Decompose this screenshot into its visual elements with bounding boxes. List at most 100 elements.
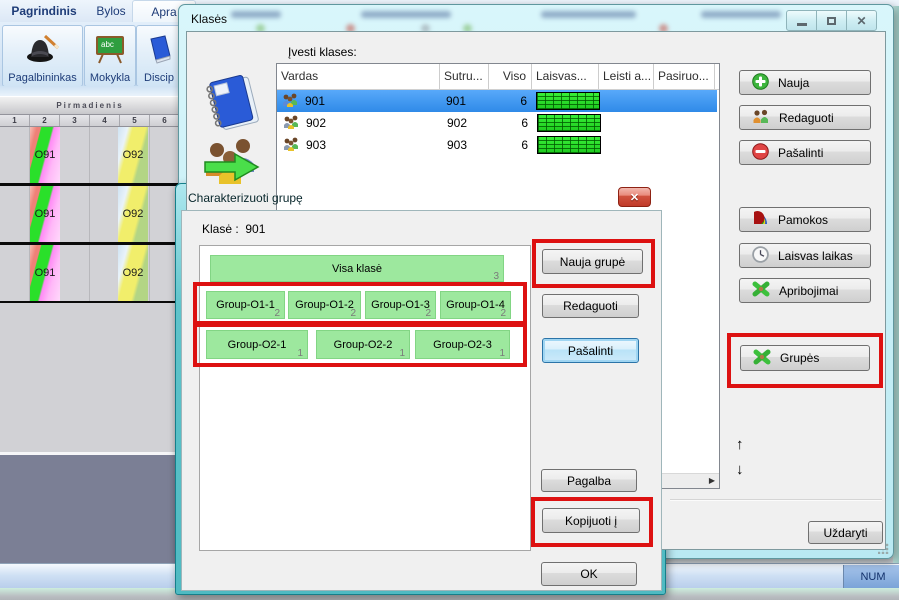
timetable-column-headers: 1 2 3 4 5 6 <box>0 115 180 127</box>
column-header-leisti[interactable]: Leisti a... <box>599 64 654 89</box>
column-header: 3 <box>60 115 90 126</box>
classes-book-icon <box>202 72 264 141</box>
group-block-o2-3[interactable]: Group-O2-3 1 <box>415 330 510 359</box>
cell-sutrumpinimas: 902 <box>447 112 467 134</box>
group-label: Group-O2-2 <box>334 339 393 351</box>
group-count: 2 <box>350 308 356 319</box>
timetable-day-header: Pirmadienis <box>0 96 180 115</box>
column-header: 1 <box>0 115 30 126</box>
pasalinti-button[interactable]: Pašalinti <box>739 140 871 165</box>
close-button[interactable]: ✕ <box>846 10 877 31</box>
pamokos-button[interactable]: Pamokos <box>739 207 871 232</box>
close-button[interactable]: ✕ <box>618 187 651 207</box>
table-row-903[interactable]: 903 903 6 <box>278 134 714 156</box>
table-row-901[interactable]: 901 901 6 <box>277 90 717 112</box>
button-label: Pagalba <box>567 474 611 488</box>
pagalba-button[interactable]: Pagalba <box>541 469 637 492</box>
pasalinti-grupe-button[interactable]: Pašalinti <box>542 338 639 363</box>
whole-class-block[interactable]: Visa klasė 3 <box>210 255 504 282</box>
ribbon-button-mokykla[interactable]: abc Mokykla <box>84 25 136 87</box>
lesson-cell[interactable]: O91 <box>30 186 60 242</box>
column-header: 5 <box>120 115 150 126</box>
group-block-o1-3[interactable]: Group-O1-3 2 <box>365 291 436 319</box>
klase-label: Klasė : <box>202 222 239 236</box>
group-block-o2-2[interactable]: Group-O2-2 1 <box>316 330 410 359</box>
move-up-arrow[interactable]: ↑ <box>736 437 744 452</box>
glass-blur-artifact <box>231 11 281 18</box>
free-time-bar <box>536 92 600 110</box>
clock-icon <box>752 246 769 266</box>
group-block-o2-1[interactable]: Group-O2-1 1 <box>206 330 308 359</box>
move-down-arrow[interactable]: ↓ <box>736 462 744 477</box>
timetable-row: O91 O92 <box>0 245 180 304</box>
svg-text:abc: abc <box>101 40 114 49</box>
dialog-title: Charakterizuoti grupę <box>188 191 303 205</box>
redaguoti-grupe-button[interactable]: Redaguoti <box>542 294 639 318</box>
uzdaryti-button[interactable]: Uždaryti <box>808 521 883 544</box>
laisvas-laikas-button[interactable]: Laisvas laikas <box>739 243 871 268</box>
ok-button[interactable]: OK <box>541 562 637 586</box>
ribbon-button-label: Pagalbininkas <box>8 72 77 84</box>
group-block-o1-2[interactable]: Group-O1-2 2 <box>288 291 361 319</box>
cell-sutrumpinimas: 901 <box>446 90 466 112</box>
column-header-sutrumpinimas[interactable]: Sutru... <box>440 64 489 89</box>
grupes-button[interactable]: Grupės <box>740 345 870 371</box>
group-count: 1 <box>399 348 405 359</box>
minimize-button[interactable] <box>786 10 817 31</box>
nauja-button[interactable]: Nauja <box>739 70 871 95</box>
close-icon: ✕ <box>856 15 866 27</box>
ribbon-button-label: Mokykla <box>90 72 130 84</box>
button-label: Grupės <box>780 351 819 365</box>
lesson-cell[interactable]: O92 <box>118 127 148 183</box>
maximize-button[interactable] <box>816 10 847 31</box>
group-label: Group-O1-3 <box>371 299 430 311</box>
column-header-viso[interactable]: Viso <box>489 64 532 89</box>
group-count: 1 <box>499 348 505 359</box>
lesson-cell[interactable]: O92 <box>118 245 148 301</box>
kopijuoti-i-button[interactable]: Kopijuoti į <box>542 508 640 533</box>
button-label: Redaguoti <box>563 299 618 313</box>
column-header: 2 <box>30 115 60 126</box>
group-block-o1-4[interactable]: Group-O1-4 2 <box>440 291 511 319</box>
apribojimai-button[interactable]: Apribojimai <box>739 278 871 303</box>
remove-icon <box>752 143 769 163</box>
group-label: Visa klasė <box>332 263 382 275</box>
cell-viso: 6 <box>490 112 528 134</box>
tab-pagrindinis[interactable]: Pagrindinis <box>0 0 88 22</box>
constraints-icon <box>752 281 770 300</box>
divider <box>670 499 882 500</box>
klase-value: 901 <box>245 222 265 236</box>
ribbon-button-disciplinos[interactable]: Discip <box>136 25 182 87</box>
nauja-grupe-button[interactable]: Nauja grupė <box>542 249 643 274</box>
glass-blur-artifact <box>701 11 781 18</box>
lesson-cell[interactable]: O91 <box>30 245 60 301</box>
groups-icon <box>753 349 771 368</box>
group-count: 2 <box>500 308 506 319</box>
scroll-right-icon[interactable]: ▶ <box>709 476 715 485</box>
class-group-icon <box>283 115 300 135</box>
group-label: Group-O2-1 <box>228 339 287 351</box>
column-header-vardas[interactable]: Vardas <box>277 64 440 89</box>
free-time-bar <box>537 136 601 154</box>
lesson-cell[interactable]: O91 <box>30 127 60 183</box>
column-header-pasiruosimas[interactable]: Pasiruo... <box>654 64 715 89</box>
screen: Pagrindinis Bylos Apra Pagalbininkas <box>0 0 899 600</box>
ribbon: Pagalbininkas abc Mokykla Discip <box>0 22 182 86</box>
table-row-902[interactable]: 902 902 6 <box>278 112 714 134</box>
free-time-bar <box>537 114 601 132</box>
button-label: OK <box>580 567 597 581</box>
lesson-cell[interactable]: O92 <box>118 186 148 242</box>
close-icon: ✕ <box>630 191 639 204</box>
column-header-laisvas[interactable]: Laisvas... <box>532 64 599 89</box>
caption-buttons: ✕ <box>787 10 877 31</box>
class-group-icon <box>283 137 300 157</box>
group-block-o1-1[interactable]: Group-O1-1 2 <box>206 291 285 319</box>
button-label: Pamokos <box>778 213 828 227</box>
redaguoti-button[interactable]: Redaguoti <box>739 105 871 130</box>
class-label-row: Klasė : 901 <box>202 222 265 236</box>
button-label: Nauja <box>778 76 809 90</box>
glass-blur-artifact <box>361 11 451 18</box>
list-label: Įvesti klases: <box>288 45 357 59</box>
ribbon-button-pagalbininkas[interactable]: Pagalbininkas <box>2 25 83 87</box>
cell-viso: 6 <box>490 134 528 156</box>
